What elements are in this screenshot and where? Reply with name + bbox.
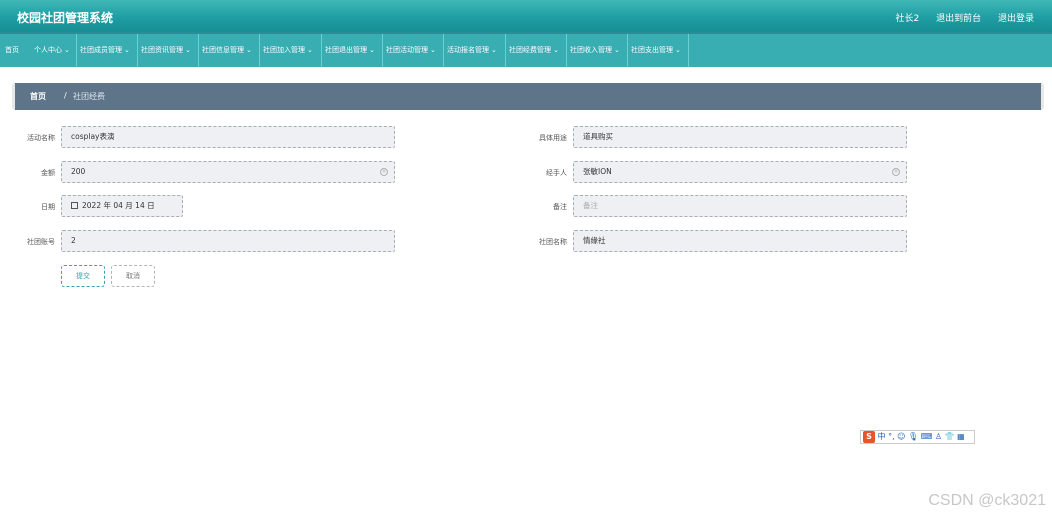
submit-button[interactable]: 提交 [61, 265, 105, 287]
remark-label: 备注 [553, 203, 567, 211]
date-label: 日期 [41, 203, 55, 211]
nav-item-members[interactable]: 社团成员管理 ⌄ [76, 34, 130, 67]
header-actions: 社长2 退出到前台 退出登录 [881, 11, 1034, 24]
top-header: 校园社团管理系统 社长2 退出到前台 退出登录 [0, 0, 1052, 34]
sogou-logo-icon: S [863, 431, 875, 443]
nav-item-news[interactable]: 社团资讯管理 ⌄ [137, 34, 191, 67]
amount-value: 200 [71, 167, 86, 176]
chevron-down-icon: ⌄ [491, 46, 497, 54]
club-name-field[interactable]: 情缘社 [573, 230, 907, 252]
chevron-down-icon: ⌄ [369, 46, 375, 54]
chevron-down-icon: ⌄ [553, 46, 559, 54]
chevron-down-icon: ⌄ [614, 46, 620, 54]
purpose-label: 具体用途 [539, 134, 567, 142]
club-account-field[interactable]: 2 [61, 230, 395, 252]
amount-label: 金额 [41, 169, 55, 177]
handler-value: 张敏ION [583, 167, 612, 176]
chevron-down-icon: ⌄ [124, 46, 130, 54]
breadcrumb: 首页 / 社团经费 [12, 83, 1044, 110]
breadcrumb-current: 社团经费 [73, 92, 105, 101]
nav-item-home[interactable]: 首页 [2, 34, 19, 67]
calendar-icon [71, 202, 78, 209]
app-title: 校园社团管理系统 [17, 11, 114, 25]
handler-label: 经手人 [546, 169, 567, 177]
chevron-down-icon: ⌄ [675, 46, 681, 54]
clear-icon[interactable]: × [380, 168, 388, 176]
ime-toolbar-icons: 中 °, ☺ 🎙 ⌨ ♙ 👕 ▦ [877, 432, 965, 441]
nav-item-income[interactable]: 社团收入管理 ⌄ [566, 34, 620, 67]
activity-name-label: 活动名称 [27, 134, 55, 142]
current-user-link[interactable]: 社长2 [895, 14, 919, 24]
nav-item-expense[interactable]: 社团支出管理 ⌄ [627, 34, 681, 67]
nav-item-funds[interactable]: 社团经费管理 ⌄ [505, 34, 559, 67]
chevron-down-icon: ⌄ [185, 46, 191, 54]
cancel-button[interactable]: 取消 [111, 265, 155, 287]
club-name-label: 社团名称 [539, 238, 567, 246]
nav-item-profile[interactable]: 个人中心 ⌄ [31, 34, 70, 67]
date-value: 2022 年 04 月 14 日 [82, 201, 155, 210]
nav-item-exit[interactable]: 社团退出管理 ⌄ [321, 34, 375, 67]
breadcrumb-home[interactable]: 首页 [30, 91, 46, 102]
chevron-down-icon: ⌄ [246, 46, 252, 54]
club-account-label: 社团账号 [27, 238, 55, 246]
main-nav: 首页 个人中心 ⌄ 社团成员管理 ⌄ 社团资讯管理 ⌄ 社团信息管理 ⌄ 社团加入管理 ⌄… [0, 34, 1052, 67]
date-picker[interactable]: 2022 年 04 月 14 日 [61, 195, 183, 217]
amount-field[interactable]: 200 × [61, 161, 395, 183]
nav-item-club-info[interactable]: 社团信息管理 ⌄ [198, 34, 252, 67]
nav-item-join[interactable]: 社团加入管理 ⌄ [259, 34, 313, 67]
chevron-down-icon: ⌄ [307, 46, 313, 54]
back-to-frontend-link[interactable]: 退出到前台 [936, 14, 981, 24]
logout-link[interactable]: 退出登录 [998, 14, 1034, 24]
remark-field[interactable]: 备注 [573, 195, 907, 217]
breadcrumb-separator: / [64, 91, 67, 100]
handler-field[interactable]: 张敏ION × [573, 161, 907, 183]
chevron-down-icon: ⌄ [64, 46, 70, 54]
nav-item-activities[interactable]: 社团活动管理 ⌄ [382, 34, 436, 67]
watermark: CSDN @ck3021 [928, 492, 1046, 509]
purpose-field[interactable]: 道具购买 [573, 126, 907, 148]
nav-divider [688, 34, 689, 67]
clear-icon[interactable]: × [892, 168, 900, 176]
ime-toolbar[interactable]: S 中 °, ☺ 🎙 ⌨ ♙ 👕 ▦ [860, 430, 975, 444]
nav-item-signup[interactable]: 活动报名管理 ⌄ [443, 34, 497, 67]
activity-name-field[interactable]: cosplay表演 [61, 126, 395, 148]
chevron-down-icon: ⌄ [430, 46, 436, 54]
